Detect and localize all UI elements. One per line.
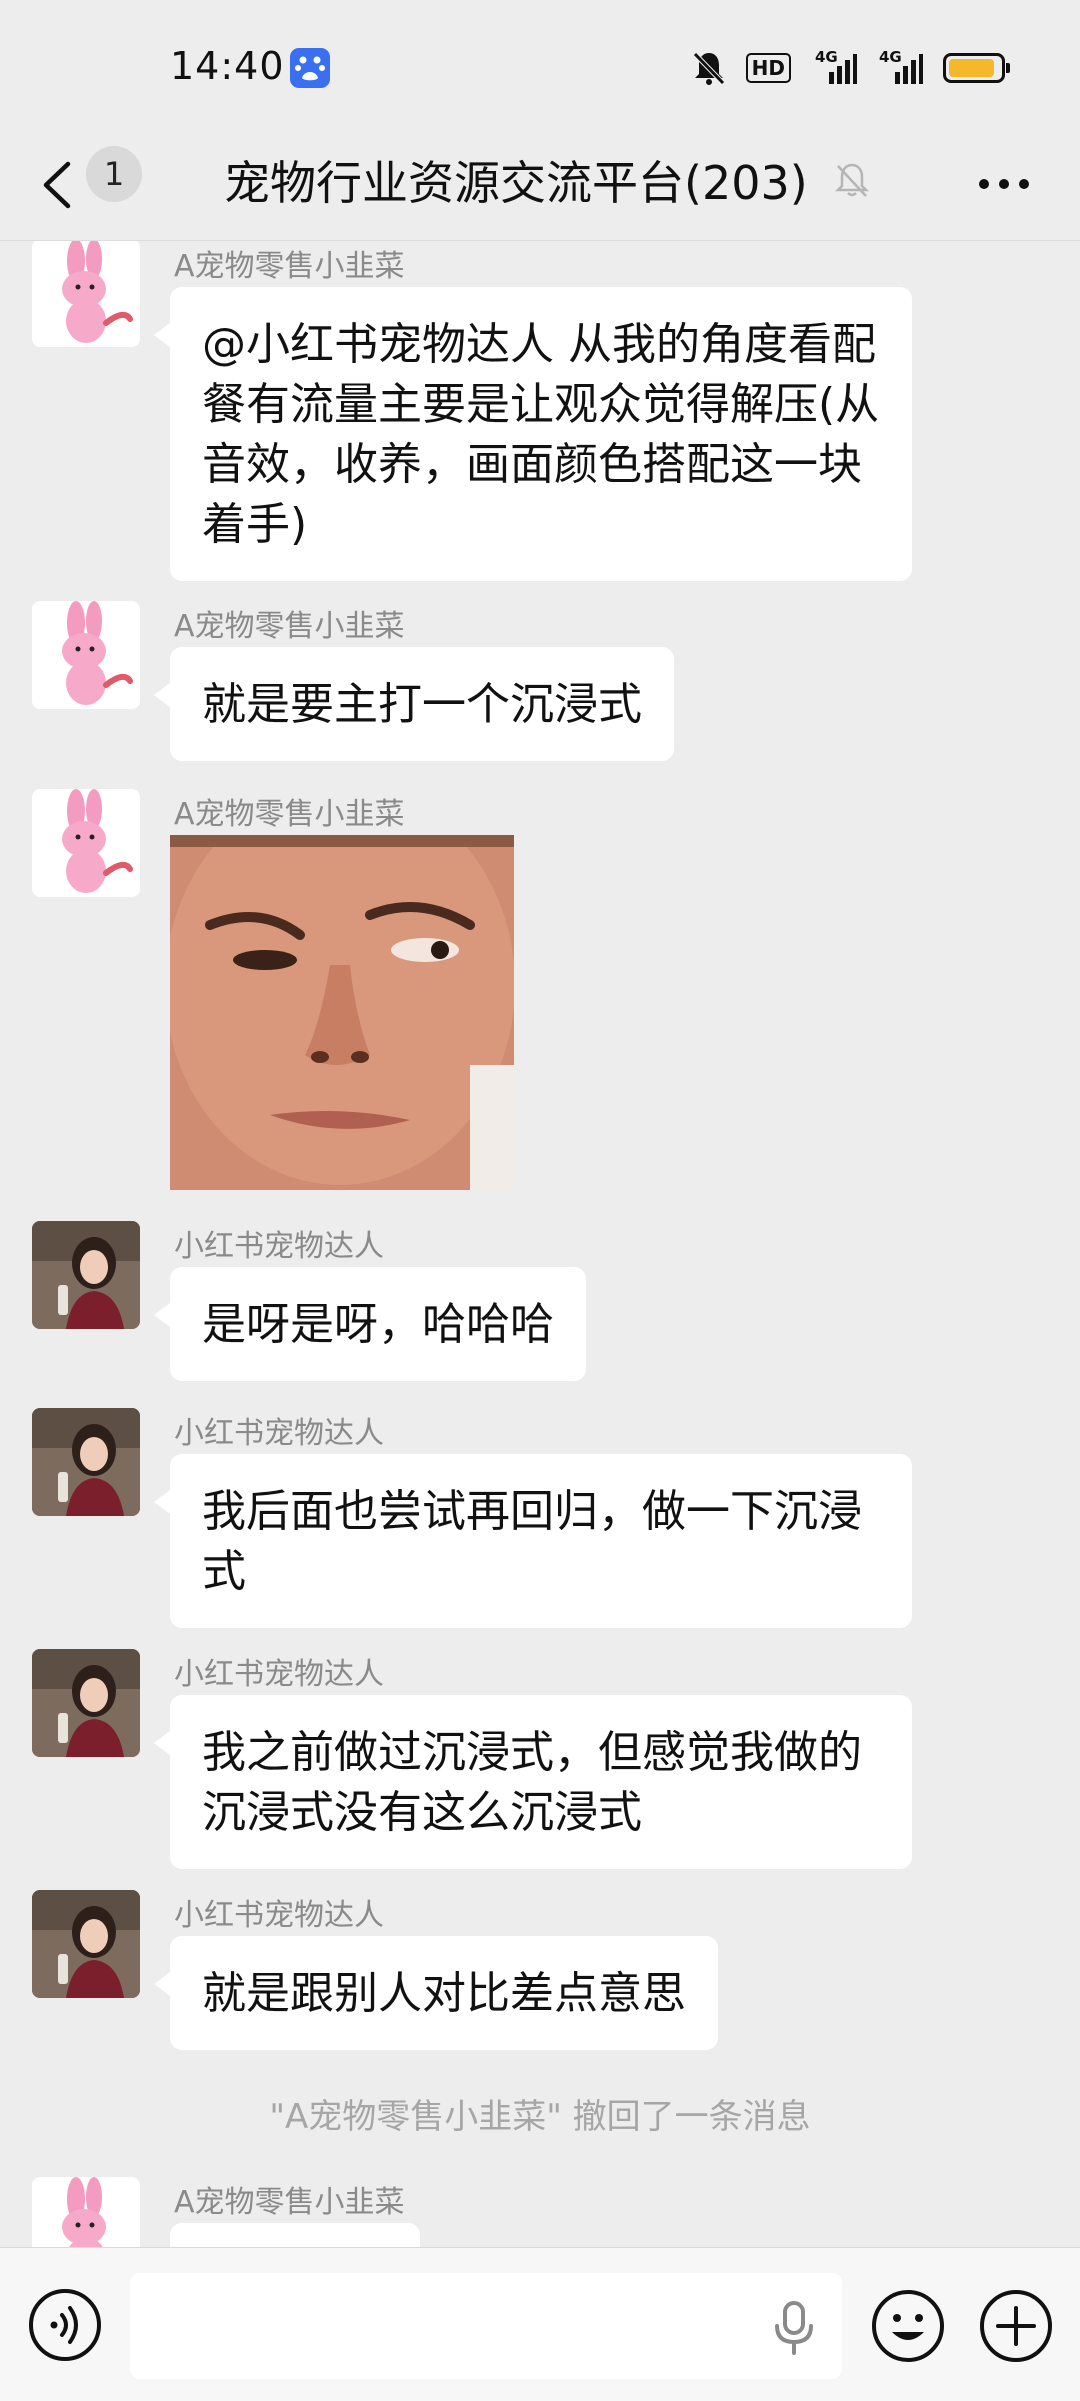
message-input[interactable] <box>130 2273 842 2379</box>
battery-level-fill <box>949 59 994 77</box>
sender-name: A宠物零售小韭菜 <box>174 609 405 644</box>
sender-name: A宠物零售小韭菜 <box>174 2185 405 2220</box>
more-dots-icon[interactable] <box>976 174 1032 194</box>
bell-off-icon <box>834 163 869 197</box>
chat-title: 宠物行业资源交流平台(203) <box>224 156 808 210</box>
avatar-pink-rabbit[interactable] <box>32 241 140 347</box>
sender-name: 小红书宠物达人 <box>174 1229 384 1264</box>
avatar-girl-photo[interactable] <box>32 1221 140 1329</box>
message-bubble[interactable]: 是呀是呀，哈哈哈 <box>154 1267 586 1381</box>
status-icons: HD 4G 4G <box>692 46 1010 90</box>
sticker-image[interactable] <box>170 835 514 1190</box>
microphone-icon[interactable] <box>770 2300 818 2356</box>
chevron-left-icon[interactable] <box>38 160 78 210</box>
unread-count-badge[interactable]: 1 <box>86 146 142 202</box>
status-time: 14:40 <box>170 44 285 88</box>
message-bubble[interactable]: 就是要主打一个沉浸式 <box>154 647 674 761</box>
input-bar <box>0 2247 1080 2401</box>
chat-header: 1 宠物行业资源交流平台(203) <box>0 130 1080 241</box>
sender-name: 小红书宠物达人 <box>174 1416 384 1451</box>
avatar-pink-rabbit[interactable] <box>32 2177 140 2247</box>
plus-icon[interactable] <box>978 2288 1054 2364</box>
smile-icon[interactable] <box>870 2288 946 2364</box>
avatar-pink-rabbit[interactable] <box>32 789 140 897</box>
hd-badge: HD <box>745 53 791 83</box>
message-bubble[interactable]: @小红书宠物达人 从我的角度看配餐有流量主要是让观众觉得解压(从音效，收养，画面… <box>154 287 912 581</box>
bell-off-icon <box>692 52 725 85</box>
status-bar: 14:40 HD 4G 4G <box>0 0 1080 130</box>
sender-name: 小红书宠物达人 <box>174 1898 384 1933</box>
avatar-girl-photo[interactable] <box>32 1890 140 1998</box>
sender-name: A宠物零售小韭菜 <box>174 797 405 832</box>
battery-icon <box>943 53 1010 83</box>
baidu-app-icon <box>290 48 330 88</box>
system-recall-notice: "A宠物零售小韭菜" 撤回了一条消息 <box>269 2097 811 2137</box>
avatar-pink-rabbit[interactable] <box>32 601 140 709</box>
signal-4g-2: 4G <box>877 48 923 86</box>
message-bubble[interactable]: 就是跟别人对比差点意思 <box>154 1936 718 2050</box>
message-list[interactable]: A宠物零售小韭菜 @小红书宠物达人 从我的角度看配餐有流量主要是让观众觉得解压(… <box>0 241 1080 2247</box>
chat-title-group[interactable]: 宠物行业资源交流平台(203) <box>224 150 872 210</box>
sender-name: A宠物零售小韭菜 <box>174 249 405 284</box>
message-bubble[interactable]: 我后面也尝试再回归，做一下沉浸式 <box>154 1454 912 1628</box>
avatar-girl-photo[interactable] <box>32 1408 140 1516</box>
voice-icon[interactable] <box>28 2288 102 2362</box>
message-bubble[interactable]: 我之前做过沉浸式，但感觉我做的沉浸式没有这么沉浸式 <box>154 1695 912 1869</box>
sender-name: 小红书宠物达人 <box>174 1657 384 1692</box>
message-bubble[interactable] <box>170 2223 420 2247</box>
avatar-girl-photo[interactable] <box>32 1649 140 1757</box>
signal-4g-1: 4G <box>811 48 857 86</box>
